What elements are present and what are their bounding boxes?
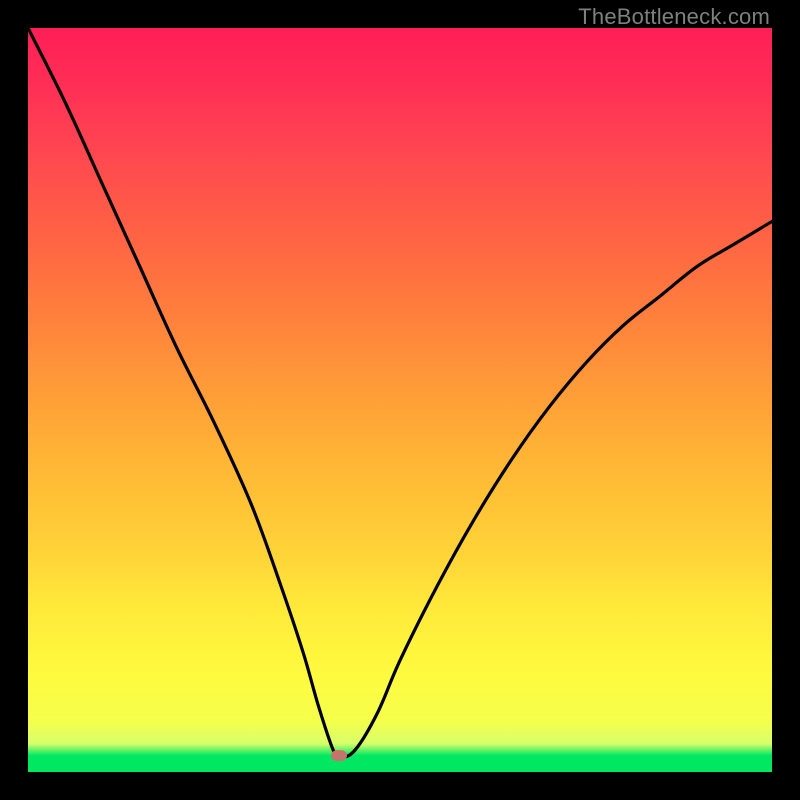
bottleneck-curve (28, 28, 772, 757)
chart-frame: TheBottleneck.com (0, 0, 800, 800)
watermark-text: TheBottleneck.com (578, 4, 770, 30)
optimum-marker (331, 750, 347, 761)
chart-svg (28, 28, 772, 772)
plot-area (28, 28, 772, 772)
